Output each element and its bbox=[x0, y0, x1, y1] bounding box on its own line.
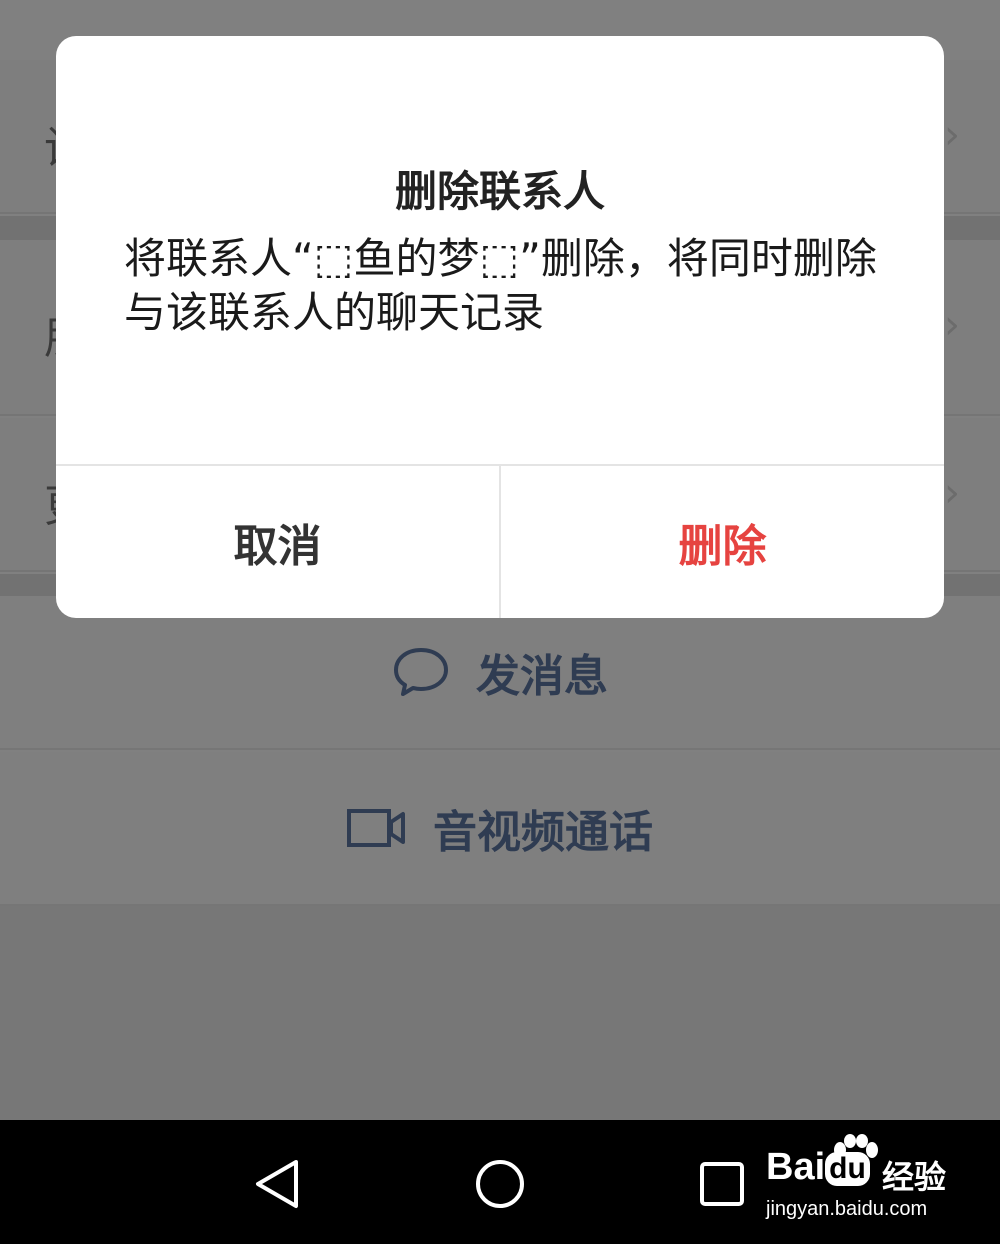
home-circle-icon[interactable] bbox=[472, 1156, 528, 1212]
send-message-button[interactable]: 发消息 bbox=[0, 596, 1000, 750]
recent-square-icon[interactable] bbox=[694, 1156, 750, 1212]
av-call-label: 音视频通话 bbox=[433, 807, 653, 858]
watermark-url: jingyan.baidu.com bbox=[766, 1198, 928, 1220]
chevron-right-icon: › bbox=[944, 112, 960, 158]
delete-contact-dialog: 删除联系人 将联系人“⬚鱼的梦⬚”删除，将同时删除与该联系人的聊天记录 取消 删… bbox=[56, 36, 944, 618]
send-message-label: 发消息 bbox=[476, 651, 608, 702]
chevron-right-icon: › bbox=[944, 470, 960, 516]
watermark-brand-du: du bbox=[825, 1151, 870, 1186]
dialog-title: 删除联系人 bbox=[394, 167, 605, 216]
video-camera-icon bbox=[347, 809, 405, 847]
watermark-brand: Bai du bbox=[766, 1146, 870, 1189]
watermark-brand-prefix: Bai bbox=[766, 1146, 826, 1188]
av-call-button[interactable]: 音视频通话 bbox=[0, 752, 1000, 906]
chevron-right-icon: › bbox=[944, 302, 960, 348]
cancel-button[interactable]: 取消 bbox=[56, 466, 499, 618]
chat-bubble-icon bbox=[394, 648, 448, 696]
system-navigation-bar: Bai du 经验 jingyan.baidu.com bbox=[0, 1120, 1000, 1244]
empty-area bbox=[0, 906, 1000, 1120]
back-triangle-icon[interactable] bbox=[250, 1156, 306, 1212]
dialog-message: 将联系人“⬚鱼的梦⬚”删除，将同时删除与该联系人的聊天记录 bbox=[124, 234, 877, 337]
delete-button[interactable]: 删除 bbox=[501, 466, 944, 618]
baidu-jingyan-watermark: Bai du 经验 jingyan.baidu.com bbox=[766, 1134, 986, 1234]
watermark-suffix: 经验 bbox=[882, 1158, 947, 1196]
